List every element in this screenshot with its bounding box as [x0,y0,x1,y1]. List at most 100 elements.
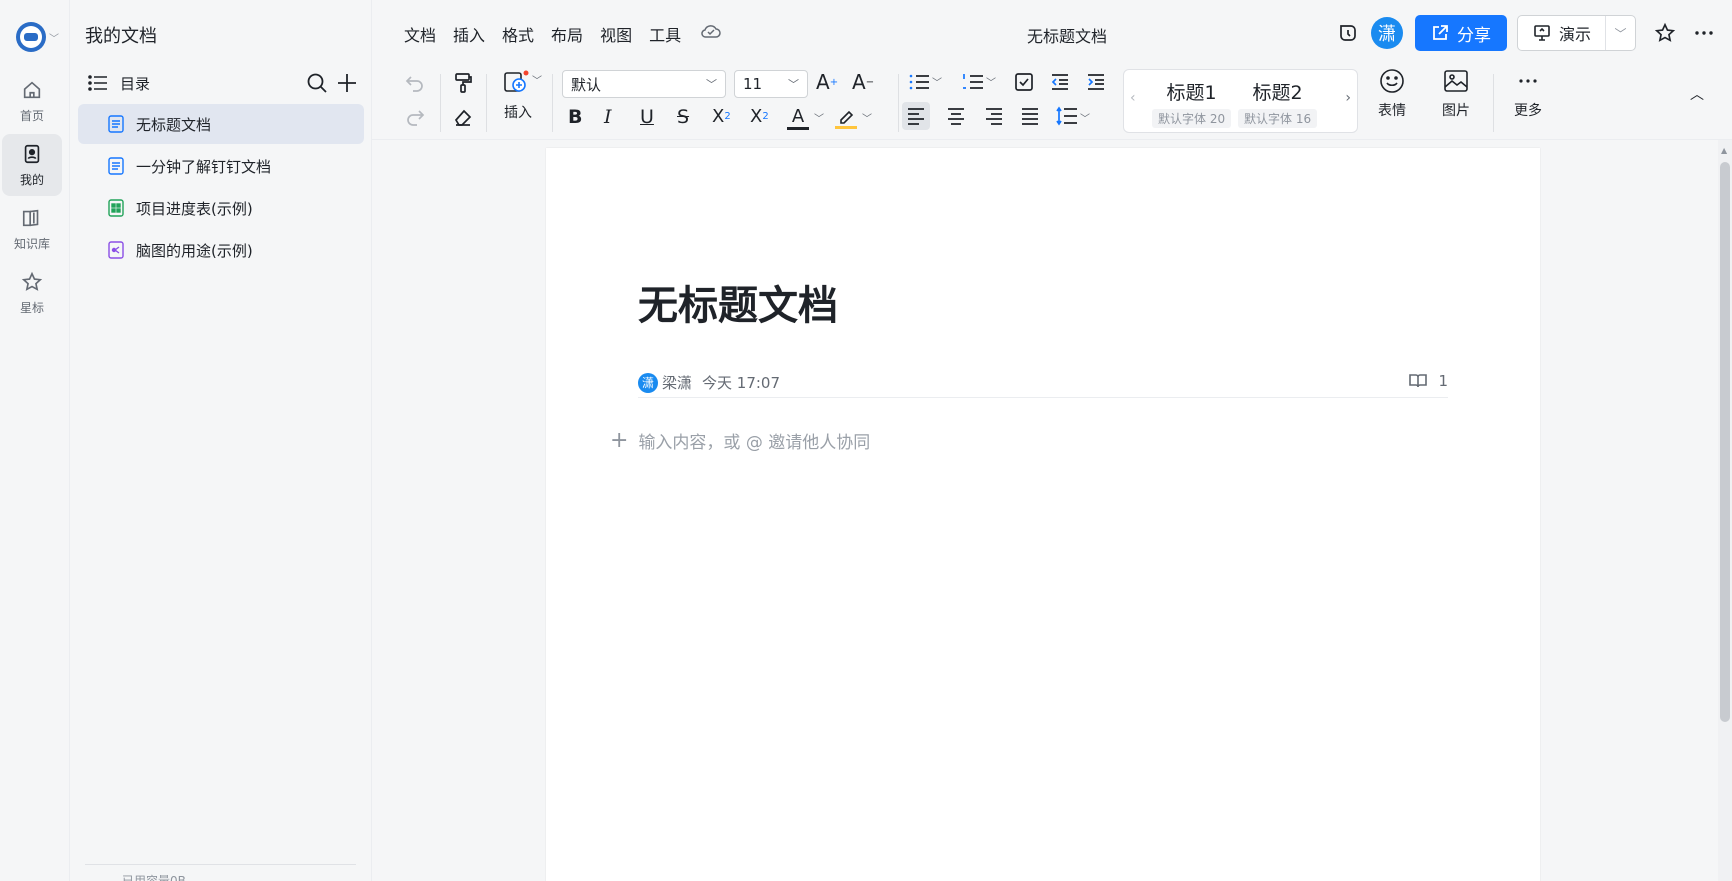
author-name[interactable]: 梁潇 [662,372,692,393]
editor-canvas: 无标题文档 潇 梁潇 今天 17:07 1 + 输入内容，或 @ 邀请他人协同 [372,140,1732,881]
storage-usage: 已用容量0B [122,874,186,881]
font-size-decrease-icon[interactable]: A − [852,70,874,94]
add-block-plus-icon[interactable]: + [610,428,628,453]
content-placeholder-row[interactable]: + 输入内容，或 @ 邀请他人协同 [610,428,870,453]
share-button[interactable]: 分享 [1415,15,1507,51]
align-right-icon[interactable] [984,107,1004,125]
redo-icon[interactable] [404,106,426,128]
font-family-select[interactable]: 默认 ﹀ [562,70,726,98]
sidebar-doc-item[interactable]: 项目进度表(示例) [78,188,364,228]
cloud-saved-icon[interactable] [700,22,722,40]
sidebar-doc-item[interactable]: 一分钟了解钉钉文档 [78,146,364,186]
vertical-scrollbar[interactable]: ▲ [1718,140,1732,881]
toolbar-separator [486,74,487,132]
rail-item-mine[interactable]: 我的 [2,134,62,196]
sidebar-doc-item[interactable]: 无标题文档 [78,104,364,144]
insert-chevron-down-icon[interactable]: ﹀ [532,72,542,87]
collapse-toolbar-chevron-up-icon[interactable]: ︿ [1690,84,1704,104]
more-button[interactable]: 更多 [1508,68,1548,120]
menu-item-format[interactable]: 格式 [502,22,534,46]
format-painter-icon[interactable] [452,72,474,94]
document-title-header[interactable]: 无标题文档 [1027,23,1107,47]
highlight-color-bar [835,125,857,129]
emoji-button[interactable]: 表情 [1372,68,1412,120]
style-heading1[interactable]: 标题1 默认字体 20 [1152,78,1232,128]
numbered-list-icon[interactable] [962,72,984,92]
home-icon [23,81,41,98]
bullet-list-icon[interactable] [908,72,930,92]
history-icon[interactable] [1337,22,1359,44]
scrollbar-thumb[interactable] [1720,162,1730,722]
bold-icon[interactable]: B [568,106,582,128]
subscript-icon[interactable]: X2 [712,106,731,127]
insert-plus-icon [504,70,529,92]
line-spacing-icon[interactable] [1056,106,1078,126]
left-rail: ﹀ 首页 我的 知识库 星标 [0,0,70,881]
image-button[interactable]: 图片 [1436,68,1476,120]
highlight-button[interactable] [834,104,858,132]
present-main[interactable]: 演示 [1518,16,1606,50]
format-toolbar: 插入 ﹀ 默认 ﹀ 11 ﹀ A + A − B I U S X2 X2 A ﹀ ﹀ [372,66,1732,140]
superscript-icon[interactable]: X2 [750,106,769,127]
rail-item-starred[interactable]: 星标 [2,262,62,324]
rail-item-home[interactable]: 首页 [2,70,62,132]
strikethrough-icon[interactable]: S [677,106,689,128]
chevron-down-icon[interactable]: ﹀ [814,110,824,125]
document-title[interactable]: 无标题文档 [638,273,838,331]
indent-icon[interactable] [1086,72,1106,92]
present-dropdown-chevron-icon[interactable]: ﹀ [1606,25,1635,42]
author-avatar[interactable]: 潇 [638,372,658,393]
plus-icon[interactable] [336,72,358,94]
chevron-down-icon: ﹀ [706,78,717,91]
chevron-down-icon[interactable]: ﹀ [49,30,59,45]
chevron-down-icon[interactable]: ﹀ [986,74,996,89]
chevron-down-icon[interactable]: ﹀ [862,110,872,125]
sheet-file-icon [108,199,124,217]
chevron-down-icon[interactable]: ﹀ [932,74,942,89]
user-avatar[interactable]: 潇 [1371,17,1403,49]
org-logo[interactable] [16,22,46,52]
font-color-icon: A [791,106,805,127]
font-color-button[interactable]: A [786,104,810,132]
doc-sidebar: 我的文档 目录 无标题文档 一分钟了解钉钉文档 项目进度表(示例) 脑图的用途(… [70,0,372,881]
star-favorite-icon[interactable] [1654,22,1676,44]
more-horizontal-icon[interactable] [1694,30,1714,36]
align-center-icon[interactable] [946,107,966,125]
share-label: 分享 [1457,25,1491,46]
document-user-icon [24,144,40,163]
document-page[interactable]: 无标题文档 潇 梁潇 今天 17:07 1 + 输入内容，或 @ 邀请他人协同 [546,148,1540,881]
font-size-select[interactable]: 11 ﹀ [734,70,808,98]
undo-icon[interactable] [404,72,426,94]
outdent-icon[interactable] [1050,72,1070,92]
toolbar-separator [552,74,553,132]
align-left-button[interactable] [902,102,930,130]
menu-item-layout[interactable]: 布局 [551,22,583,46]
search-icon[interactable] [306,72,328,94]
content-placeholder[interactable]: 输入内容，或 @ 邀请他人协同 [638,428,870,453]
menu-item-document[interactable]: 文档 [404,22,436,46]
italic-icon[interactable]: I [604,106,612,128]
rail-item-knowledge[interactable]: 知识库 [2,198,62,260]
sidebar-doc-item[interactable]: 脑图的用途(示例) [78,230,364,270]
read-count[interactable]: 1 [1408,372,1448,390]
style-heading2[interactable]: 标题2 默认字体 16 [1238,78,1318,128]
toc-label[interactable]: 目录 [120,73,150,94]
menu-item-view[interactable]: 视图 [600,22,632,46]
eraser-icon[interactable] [452,106,474,128]
sidebar-divider [85,864,356,865]
present-label: 演示 [1559,25,1592,44]
rail-label: 知识库 [13,236,50,251]
menu-item-tools[interactable]: 工具 [649,22,681,46]
chevron-right-icon[interactable]: › [1345,90,1351,106]
chevron-left-icon[interactable]: ‹ [1130,90,1136,106]
menu-item-insert[interactable]: 插入 [453,22,485,46]
present-button[interactable]: 演示 ﹀ [1517,15,1636,51]
highlighter-icon [840,110,854,124]
scroll-up-arrow-icon[interactable]: ▲ [1721,146,1727,155]
underline-icon[interactable]: U [640,106,654,128]
chevron-down-icon[interactable]: ﹀ [1080,110,1090,125]
font-size-increase-icon[interactable]: A + [816,70,838,94]
list-icon[interactable] [88,75,108,91]
checkbox-list-icon[interactable] [1014,72,1034,92]
align-justify-icon[interactable] [1020,107,1040,125]
